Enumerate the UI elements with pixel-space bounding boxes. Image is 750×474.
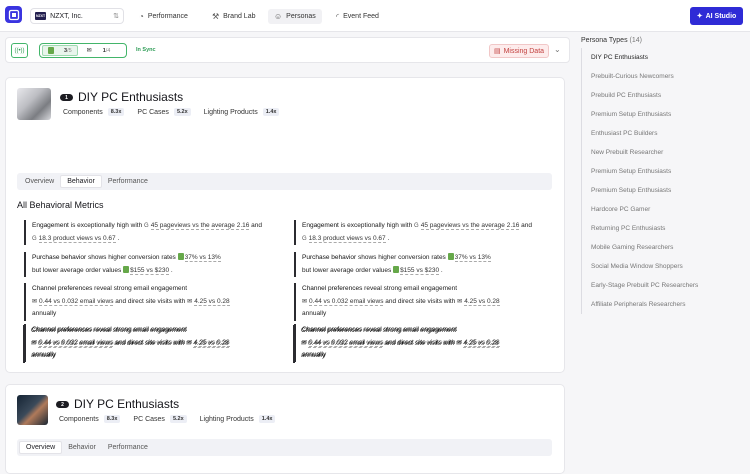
google-icon: G — [414, 223, 419, 229]
stat-chip: 8.3x — [107, 108, 125, 116]
sync-status: In Sync — [136, 47, 156, 53]
persona-type-item[interactable]: Enthusiast PC Builders — [582, 124, 741, 143]
persona-type-item[interactable]: Mobile Gaming Researchers — [582, 238, 741, 257]
google-icon: G — [32, 235, 37, 242]
stat-chip: 5.2x — [173, 108, 191, 116]
nav-event-feed[interactable]: ◜ Event Feed — [330, 9, 385, 24]
persona-tabs: Overview Behavior Performance — [17, 439, 552, 456]
shopify-icon — [393, 265, 400, 273]
metric-purchase: Purchase behavior shows higher conversio… — [294, 252, 559, 277]
chevron-down-icon[interactable]: ⌄ — [554, 45, 561, 54]
ai-studio-button[interactable]: ✦ AI Studio — [690, 7, 743, 25]
persona-type-item[interactable]: DIY PC Enthusiasts — [582, 48, 741, 67]
tab-performance[interactable]: Performance — [102, 175, 154, 188]
gauge-icon: ◔ — [139, 12, 144, 21]
google-icon: G — [144, 223, 149, 229]
metric-channel: Channel preferences reveal strong email … — [23, 325, 283, 363]
persona-type-item[interactable]: Prebuild PC Enthusiasts — [582, 86, 741, 105]
app-logo[interactable] — [5, 6, 22, 23]
shopify-integration[interactable]: 3/5 — [42, 45, 78, 56]
sync-icon[interactable]: ((•)) — [11, 43, 28, 58]
nav-brand-lab[interactable]: ⚒ Brand Lab — [206, 9, 261, 24]
persona-stats: Components 8.3x PC Cases 5.2x Lighting Pro… — [59, 415, 283, 423]
persona-type-item[interactable]: Early-Stage Prebuilt PC Researchers — [582, 276, 741, 295]
persona-type-item[interactable]: Premium Setup Enthusiasts — [582, 162, 741, 181]
metric-engagement: Engagement is exceptionally high with G4… — [24, 220, 284, 245]
logo-icon — [8, 9, 19, 20]
stat-chip: 8.3x — [103, 415, 121, 423]
persona-type-item[interactable]: New Prebuilt Researcher — [582, 143, 741, 162]
sidebar-title: Persona Types (14) — [581, 37, 642, 44]
org-badge: NZXT — [35, 12, 47, 20]
mail-icon: ✉ — [186, 340, 192, 347]
metric-channel: Channel preferences reveal strong email … — [24, 283, 284, 321]
persona-index: 1 — [60, 94, 73, 101]
tab-behavior[interactable]: Behavior — [60, 175, 102, 188]
mail-icon: ✉ — [457, 298, 463, 305]
hammer-icon: ⚒ — [212, 12, 220, 21]
mail-icon: ✉ — [456, 340, 462, 347]
persona-type-item[interactable]: Returning PC Enthusiasts — [582, 219, 741, 238]
mail-icon: ✉ — [31, 340, 37, 347]
persona-name: DIY PC Enthusiasts — [74, 397, 180, 411]
user-icon: ☺ — [274, 12, 283, 21]
persona-card: 2 DIY PC Enthusiasts Components 8.3x PC C… — [5, 384, 565, 474]
org-selector[interactable]: NZXT NZXT, Inc. ⇅ — [30, 8, 124, 24]
metric-channel: Channel preferences reveal strong email … — [294, 283, 559, 321]
persona-type-item[interactable]: Affiliate Peripherals Researchers — [582, 295, 741, 314]
persona-type-item[interactable]: Prebuilt-Curious Newcomers — [582, 67, 741, 86]
mail-icon: ✉ — [32, 298, 38, 305]
sync-bar: ((•)) 3/5 ✉ 1/4 In Sync ▤ Missing Data ⌄ — [5, 37, 570, 63]
mail-icon: ✉ — [86, 48, 92, 54]
persona-avatar — [17, 395, 48, 425]
persona-index: 2 — [56, 401, 69, 408]
main-content: ((•)) 3/5 ✉ 1/4 In Sync ▤ Missing Data ⌄ … — [5, 37, 570, 474]
shopify-icon — [177, 253, 184, 260]
metric-channel: Channel preferences reveal strong email … — [293, 325, 558, 363]
metrics-section-title: All Behavioral Metrics — [17, 200, 104, 210]
persona-stats: Components 8.3x PC Cases 5.2x Lighting Pro… — [63, 108, 287, 116]
shopify-icon — [123, 265, 130, 273]
metric-engagement: Engagement is exceptionally high with G4… — [294, 220, 559, 245]
tab-overview[interactable]: Overview — [19, 175, 60, 188]
database-icon: ▤ — [493, 48, 501, 55]
persona-types-sidebar: Persona Types (14) DIY PC Enthusiasts Pr… — [581, 37, 750, 460]
google-icon: G — [302, 235, 307, 242]
tab-overview[interactable]: Overview — [19, 441, 63, 454]
mail-icon: ✉ — [187, 298, 193, 305]
chevron-updown-icon: ⇅ — [113, 13, 119, 20]
tab-behavior[interactable]: Behavior — [62, 441, 102, 454]
persona-type-list: DIY PC Enthusiasts Prebuilt-Curious Newc… — [581, 48, 741, 314]
sparkle-icon: ✦ — [696, 13, 703, 20]
metric-purchase: Purchase behavior shows higher conversio… — [24, 252, 284, 277]
persona-type-item[interactable]: Premium Setup Enthusiasts — [582, 181, 741, 200]
persona-type-item[interactable]: Premium Setup Enthusiasts — [582, 105, 741, 124]
shopify-icon — [447, 253, 454, 260]
org-name: NZXT, Inc. — [50, 12, 83, 20]
stat-chip: 1.4x — [258, 415, 276, 423]
persona-type-item[interactable]: Hardcore PC Gamer — [582, 200, 741, 219]
nav-performance[interactable]: ◔ Performance — [133, 9, 194, 24]
persona-name: DIY PC Enthusiasts — [78, 90, 184, 104]
stat-chip: 5.2x — [169, 415, 187, 423]
integration-group[interactable]: 3/5 ✉ 1/4 — [39, 43, 127, 58]
shopify-icon — [48, 47, 54, 54]
mail-icon: ✉ — [302, 298, 308, 305]
rss-icon: ◜ — [336, 12, 340, 21]
tab-performance[interactable]: Performance — [102, 441, 154, 454]
top-bar: NZXT NZXT, Inc. ⇅ ◔ Performance ⚒ Brand La… — [0, 0, 750, 32]
persona-avatar — [17, 88, 51, 120]
persona-type-item[interactable]: Social Media Window Shoppers — [582, 257, 741, 276]
persona-tabs: Overview Behavior Performance — [17, 173, 552, 190]
nav-personas[interactable]: ☺ Personas — [268, 9, 322, 24]
email-integration[interactable]: ✉ 1/4 — [82, 45, 116, 56]
stat-chip: 1.4x — [262, 108, 280, 116]
missing-data-button[interactable]: ▤ Missing Data — [489, 44, 549, 58]
mail-icon: ✉ — [301, 340, 307, 347]
